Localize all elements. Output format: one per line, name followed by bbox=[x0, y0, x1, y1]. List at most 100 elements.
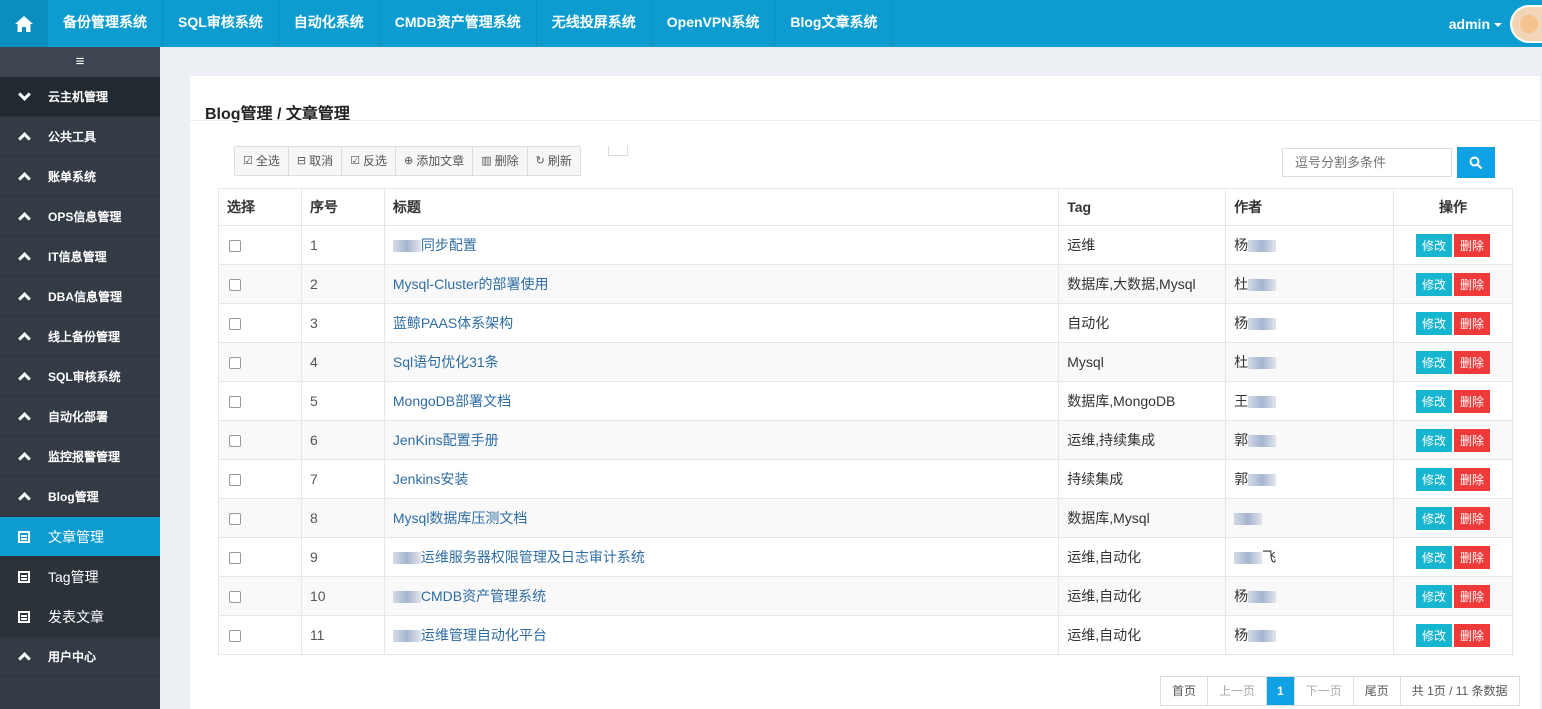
sidebar-item-blog[interactable]: Blog管理 bbox=[0, 477, 160, 517]
edit-button[interactable]: 修改 bbox=[1416, 545, 1453, 569]
sidebar: ≡ 云主机管理 公共工具 账单系统 OPS信息管理 IT信息管理 DBA信息管理… bbox=[0, 47, 160, 709]
delete-row-button[interactable]: 删除 bbox=[1454, 428, 1491, 452]
article-title-link[interactable]: Jenkins安装 bbox=[383, 459, 1060, 499]
user-menu[interactable]: admin bbox=[1449, 0, 1542, 47]
page-current[interactable]: 1 bbox=[1267, 677, 1295, 705]
sidebar-item-monitoring[interactable]: 监控报警管理 bbox=[0, 437, 160, 477]
table-row: 4 Sql语句优化31条 Mysql 杜 修改 删除 bbox=[218, 342, 1513, 382]
edit-button[interactable]: 修改 bbox=[1416, 584, 1453, 608]
chevron-up-icon bbox=[17, 652, 31, 665]
delete-row-button[interactable]: 删除 bbox=[1454, 233, 1491, 257]
delete-row-button[interactable]: 删除 bbox=[1454, 506, 1491, 530]
row-checkbox[interactable] bbox=[229, 357, 241, 370]
article-title-link[interactable]: Mysql-Cluster的部署使用 bbox=[383, 264, 1060, 304]
nav-item-cmdb[interactable]: CMDB资产管理系统 bbox=[380, 0, 537, 47]
edit-button[interactable]: 修改 bbox=[1416, 623, 1453, 647]
row-checkbox[interactable] bbox=[229, 630, 241, 643]
page-next-button[interactable]: 下一页 bbox=[1294, 677, 1354, 705]
article-title-link[interactable]: Sql语句优化31条 bbox=[383, 342, 1060, 382]
sidebar-item-tag-manage[interactable]: Tag管理 bbox=[0, 557, 160, 597]
article-title-link[interactable]: 蓝鲸PAAS体系架构 bbox=[383, 303, 1060, 343]
article-title-link[interactable]: MongoDB部署文档 bbox=[383, 381, 1060, 421]
nav-item-backup[interactable]: 备份管理系统 bbox=[48, 0, 163, 47]
row-id: 9 bbox=[300, 537, 385, 577]
search-button[interactable] bbox=[1457, 147, 1495, 178]
sidebar-item-cloud-host[interactable]: 云主机管理 bbox=[0, 77, 160, 117]
nav-item-wireless-cast[interactable]: 无线投屏系统 bbox=[537, 0, 652, 47]
edit-button[interactable]: 修改 bbox=[1416, 311, 1453, 335]
row-checkbox[interactable] bbox=[229, 240, 241, 253]
select-all-button[interactable]: ☑ 全选 bbox=[235, 147, 289, 175]
column-header: 操作 bbox=[1393, 188, 1513, 226]
sidebar-item-article-manage[interactable]: 文章管理 bbox=[0, 517, 160, 557]
sidebar-item-auto-deploy[interactable]: 自动化部署 bbox=[0, 397, 160, 437]
row-id: 6 bbox=[300, 420, 385, 460]
row-checkbox[interactable] bbox=[229, 552, 241, 565]
page-prev-button[interactable]: 上一页 bbox=[1208, 677, 1268, 705]
edit-button[interactable]: 修改 bbox=[1416, 233, 1453, 257]
sidebar-item-billing[interactable]: 账单系统 bbox=[0, 157, 160, 197]
refresh-button[interactable]: ↻ 刷新 bbox=[527, 147, 580, 175]
page-first-button[interactable]: 首页 bbox=[1161, 677, 1209, 705]
row-checkbox[interactable] bbox=[229, 279, 241, 292]
sidebar-item-user-center[interactable]: 用户中心 bbox=[0, 637, 160, 677]
page-last-button[interactable]: 尾页 bbox=[1353, 677, 1401, 705]
row-checkbox[interactable] bbox=[229, 318, 241, 331]
nav-item-sql-audit[interactable]: SQL审核系统 bbox=[163, 0, 279, 47]
edit-button[interactable]: 修改 bbox=[1416, 350, 1453, 374]
edit-button[interactable]: 修改 bbox=[1416, 389, 1453, 413]
sidebar-item-publish-article[interactable]: 发表文章 bbox=[0, 597, 160, 637]
select-all-label: 全选 bbox=[255, 154, 280, 168]
row-id: 7 bbox=[300, 459, 385, 499]
edit-button[interactable]: 修改 bbox=[1416, 467, 1453, 491]
delete-row-button[interactable]: 删除 bbox=[1454, 311, 1491, 335]
delete-row-button[interactable]: 删除 bbox=[1454, 389, 1491, 413]
sidebar-item-it-info[interactable]: IT信息管理 bbox=[0, 237, 160, 277]
sidebar-toggle-button[interactable]: ≡ bbox=[0, 47, 160, 77]
nav-item-blog[interactable]: Blog文章系统 bbox=[775, 0, 894, 47]
row-checkbox[interactable] bbox=[229, 396, 241, 409]
row-checkbox[interactable] bbox=[229, 435, 241, 448]
delete-row-button[interactable]: 删除 bbox=[1454, 467, 1491, 491]
toolbar-dropdown[interactable] bbox=[608, 146, 628, 156]
edit-button[interactable]: 修改 bbox=[1416, 428, 1453, 452]
article-title-link[interactable]: JenKins配置手册 bbox=[383, 420, 1060, 460]
sidebar-item-public-tools[interactable]: 公共工具 bbox=[0, 117, 160, 157]
delete-row-button[interactable]: 删除 bbox=[1454, 545, 1491, 569]
sidebar-item-online-backup[interactable]: 线上备份管理 bbox=[0, 317, 160, 357]
home-button[interactable] bbox=[0, 0, 48, 47]
edit-button[interactable]: 修改 bbox=[1416, 506, 1453, 530]
redacted-text bbox=[1248, 474, 1277, 487]
edit-button[interactable]: 修改 bbox=[1416, 272, 1453, 296]
article-title-link[interactable]: CMDB资产管理系统 bbox=[383, 576, 1060, 616]
row-author: 王 bbox=[1225, 381, 1395, 421]
sidebar-item-ops-info[interactable]: OPS信息管理 bbox=[0, 197, 160, 237]
row-tag: 持续集成 bbox=[1058, 459, 1227, 499]
redacted-text bbox=[1248, 318, 1277, 331]
delete-row-button[interactable]: 删除 bbox=[1454, 272, 1491, 296]
article-title-link[interactable]: 运维管理自动化平台 bbox=[383, 615, 1060, 655]
user-name[interactable]: admin bbox=[1449, 16, 1490, 32]
sidebar-item-sql-audit[interactable]: SQL审核系统 bbox=[0, 357, 160, 397]
sidebar-item-dba-info[interactable]: DBA信息管理 bbox=[0, 277, 160, 317]
search-input[interactable] bbox=[1282, 148, 1452, 177]
delete-button[interactable]: ▥ 删除 bbox=[473, 147, 528, 175]
row-checkbox[interactable] bbox=[229, 513, 241, 526]
row-author: 杨 bbox=[1225, 615, 1395, 655]
delete-row-button[interactable]: 删除 bbox=[1454, 584, 1491, 608]
delete-row-button[interactable]: 删除 bbox=[1454, 350, 1491, 374]
row-checkbox[interactable] bbox=[229, 474, 241, 487]
redacted-text bbox=[1248, 240, 1277, 253]
cancel-button[interactable]: ⊟ 取消 bbox=[288, 147, 343, 175]
check-icon: ☑ bbox=[350, 155, 360, 167]
article-title-link[interactable]: 同步配置 bbox=[383, 225, 1060, 265]
article-title-link[interactable]: Mysql数据库压测文档 bbox=[383, 498, 1060, 538]
invert-select-button[interactable]: ☑ 反选 bbox=[342, 147, 397, 175]
avatar[interactable] bbox=[1510, 4, 1542, 43]
nav-item-openvpn[interactable]: OpenVPN系统 bbox=[652, 0, 776, 47]
article-title-link[interactable]: 运维服务器权限管理及日志审计系统 bbox=[383, 537, 1060, 577]
add-article-button[interactable]: ⊕ 添加文章 bbox=[396, 147, 474, 175]
nav-item-automation[interactable]: 自动化系统 bbox=[279, 0, 380, 47]
row-checkbox[interactable] bbox=[229, 591, 241, 604]
delete-row-button[interactable]: 删除 bbox=[1454, 623, 1491, 647]
